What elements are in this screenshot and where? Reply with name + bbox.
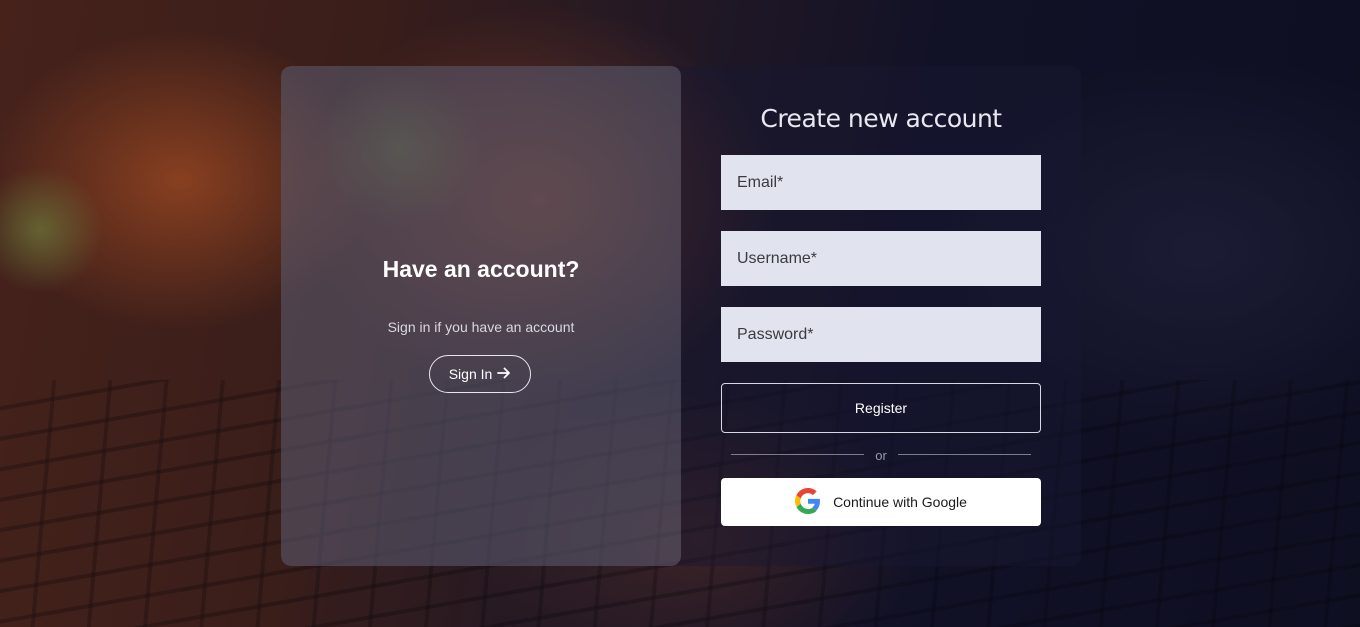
password-field[interactable] [721, 307, 1041, 362]
register-button[interactable]: Register [721, 383, 1041, 433]
register-panel: Create new account Register or Continue … [681, 66, 1081, 566]
auth-card: Have an account? Sign in if you have an … [281, 66, 1081, 566]
divider-text: or [875, 448, 887, 463]
sign-in-button[interactable]: Sign In [429, 355, 531, 393]
email-field[interactable] [721, 155, 1041, 210]
signin-heading: Have an account? [382, 256, 580, 282]
google-button-label: Continue with Google [833, 494, 967, 510]
username-field[interactable] [721, 231, 1041, 286]
continue-with-google-button[interactable]: Continue with Google [721, 478, 1041, 526]
divider-line-right [898, 454, 1031, 455]
or-divider: or [731, 446, 1031, 464]
arrow-right-icon [497, 366, 511, 382]
sign-in-label: Sign In [448, 366, 493, 382]
signin-panel: Have an account? Sign in if you have an … [281, 66, 681, 566]
signin-subtitle: Sign in if you have an account [387, 319, 575, 335]
register-heading: Create new account [760, 104, 1002, 133]
google-logo-icon [795, 487, 821, 517]
